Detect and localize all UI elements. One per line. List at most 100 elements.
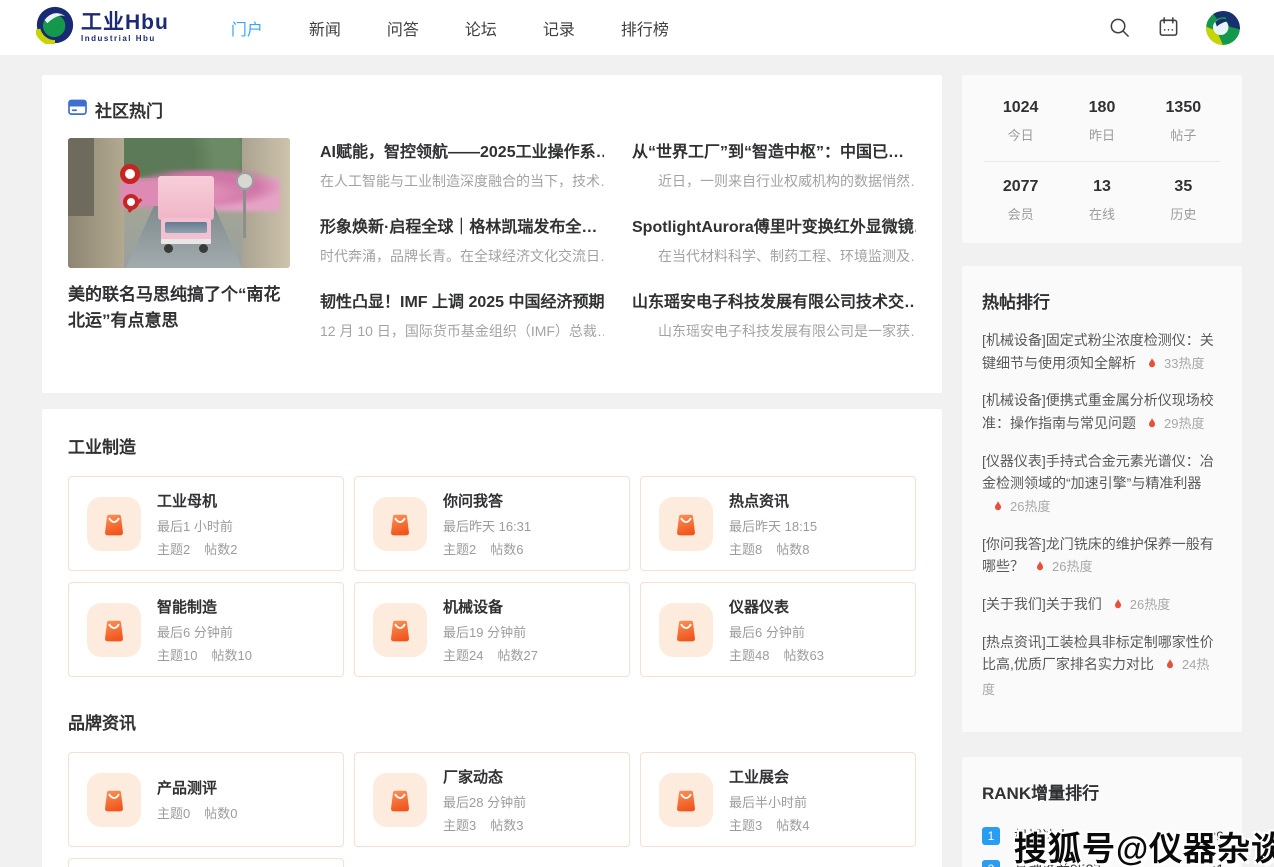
stat-online: 13 在线	[1061, 178, 1142, 223]
rank-panel: RANK增量排行 1 机械达人 1639 2 品牌推荐9527 71 3 adm…	[962, 757, 1242, 867]
forum-card[interactable]: 机械设备 最后19 分钟前 主题24 帖数27	[354, 582, 630, 677]
stat-today: 1024 今日	[980, 99, 1061, 144]
forum-last-post-time: 最后19 分钟前	[443, 622, 552, 641]
forum-card[interactable]: 厂家动态 最后28 分钟前 主题3帖数3	[354, 752, 630, 847]
community-hot-title: 社区热门	[95, 97, 163, 122]
forum-last-post-time: 最后6 分钟前	[157, 622, 266, 641]
site-logo[interactable]: 工业Hbu Industrial Hbu	[36, 6, 169, 49]
rank-user-name[interactable]: 机械达人	[1014, 826, 1070, 846]
article-item[interactable]: 从“世界工厂”到“智造中枢”：中国已… 近日，一则来自行业权威机构的数据悄然…	[632, 138, 916, 191]
hot-post-item[interactable]: [你问我答]龙门铣床的维护保养一般有哪些？26热度	[982, 533, 1222, 580]
logo-subtitle: Industrial Hbu	[81, 34, 169, 43]
stat-members: 2077 会员	[980, 178, 1061, 223]
forum-name[interactable]: 产品测评	[157, 777, 251, 798]
hot-post-item[interactable]: [仪器仪表]手持式合金元素光谱仪：冶金检测领域的“加速引擎”与精准利器26热度	[982, 450, 1222, 520]
article-summary: 时代奔涌，品牌长青。在全球经济文化交流日…	[320, 246, 604, 266]
section-title-industrial: 工业制造	[68, 433, 916, 458]
section-title-brand: 品牌资讯	[68, 709, 916, 734]
nav-forum[interactable]: 论坛	[465, 16, 497, 40]
article-item[interactable]: AI赋能，智控领航——2025工业操作系… 在人工智能与工业制造深度融合的当下，…	[320, 138, 604, 191]
article-title[interactable]: 山东瑶安电子科技发展有限公司技术交…	[632, 288, 916, 312]
forum-name[interactable]: 仪器仪表	[729, 596, 838, 617]
forum-card[interactable]: 智能制造 最后6 分钟前 主题10帖数10	[68, 582, 344, 677]
flame-icon	[1034, 557, 1046, 580]
article-summary: 近日，一则来自行业权威机构的数据悄然…	[632, 171, 916, 191]
article-summary: 在人工智能与工业制造深度融合的当下，技术…	[320, 171, 604, 191]
flame-icon	[1112, 595, 1124, 618]
main-nav: 门户 新闻 问答 论坛 记录 排行榜	[231, 16, 669, 40]
nav-qa[interactable]: 问答	[387, 16, 419, 40]
nav-ranking[interactable]: 排行榜	[621, 16, 669, 40]
nav-portal[interactable]: 门户	[231, 16, 263, 40]
hot-post-item[interactable]: [热点资讯]工装检具非标定制哪家性价比高,优质厂家排名实力对比24热度	[982, 631, 1222, 701]
article-title[interactable]: 韧性凸显！IMF 上调 2025 中国经济预期…	[320, 288, 604, 312]
forum-post-count: 帖数27	[497, 648, 537, 663]
forum-name[interactable]: 机械设备	[443, 596, 552, 617]
forum-sections-panel: 工业制造 工业母机 最后1 小时前 主题2帖数2 你问我答 最后昨天 16:31	[42, 409, 942, 867]
logo-title: 工业Hbu	[81, 12, 169, 34]
article-title[interactable]: 从“世界工厂”到“智造中枢”：中国已…	[632, 138, 916, 162]
article-title[interactable]: AI赋能，智控领航——2025工业操作系…	[320, 138, 604, 162]
nav-news[interactable]: 新闻	[309, 16, 341, 40]
shopping-bag-icon	[87, 497, 141, 551]
hot-post-text[interactable]: [你问我答]龙门铣床的维护保养一般有哪些？	[982, 536, 1214, 575]
article-item[interactable]: SpotlightAurora傅里叶变换红外显微镜… 在当代材料科学、制药工程、…	[632, 213, 916, 266]
forum-post-count: 帖数6	[490, 542, 523, 557]
forum-name[interactable]: 厂家动态	[443, 766, 537, 787]
forum-card[interactable]: 仪器仪表 最后6 分钟前 主题48帖数63	[640, 582, 916, 677]
article-item[interactable]: 韧性凸显！IMF 上调 2025 中国经济预期… 12 月 10 日，国际货币基…	[320, 288, 604, 341]
article-item[interactable]: 形象焕新·启程全球｜格林凯瑞发布全… 时代奔涌，品牌长青。在全球经济文化交流日…	[320, 213, 604, 266]
hot-post-item[interactable]: [机械设备]固定式粉尘浓度检测仪：关键细节与使用须知全解析33热度	[982, 329, 1222, 376]
hot-post-item[interactable]: [关于我们]关于我们26热度	[982, 593, 1222, 618]
nav-records[interactable]: 记录	[543, 16, 575, 40]
forum-card[interactable]: 热点资讯 最后昨天 18:15 主题8帖数8	[640, 476, 916, 571]
calendar-icon[interactable]	[1157, 16, 1180, 39]
forum-name[interactable]: 智能制造	[157, 596, 266, 617]
rank-row[interactable]: 1 机械达人 1639	[982, 820, 1224, 853]
forum-topic-count: 主题0	[157, 806, 190, 821]
rank-user-name[interactable]: 品牌推荐9527	[1014, 859, 1101, 867]
search-icon[interactable]	[1108, 16, 1131, 39]
shopping-bag-icon	[373, 603, 427, 657]
hot-post-text[interactable]: [仪器仪表]手持式合金元素光谱仪：冶金检测领域的“加速引擎”与精准利器	[982, 453, 1214, 492]
logo-globe-icon	[36, 6, 74, 49]
user-avatar[interactable]	[1206, 11, 1240, 45]
forum-topic-count: 主题24	[443, 648, 483, 663]
hot-post-text[interactable]: [热点资讯]工装检具非标定制哪家性价比高,优质厂家排名实力对比	[982, 634, 1214, 673]
article-summary: 山东瑶安电子科技发展有限公司是一家获…	[632, 321, 916, 341]
forum-name[interactable]: 工业展会	[729, 766, 823, 787]
stat-yesterday: 180 昨日	[1061, 99, 1142, 144]
forum-post-count: 帖数0	[204, 806, 237, 821]
forum-card[interactable]: 工业母机 最后1 小时前 主题2帖数2	[68, 476, 344, 571]
forum-topic-count: 主题8	[729, 542, 762, 557]
forum-card[interactable]: 品牌工厂 主题0帖数0	[68, 858, 344, 867]
hot-post-text[interactable]: [关于我们]关于我们	[982, 596, 1102, 612]
flame-icon	[1146, 414, 1158, 437]
shopping-bag-icon	[373, 497, 427, 551]
forum-card[interactable]: 产品测评 主题0 帖数0	[68, 752, 344, 847]
article-item[interactable]: 山东瑶安电子科技发展有限公司技术交… 山东瑶安电子科技发展有限公司是一家获…	[632, 288, 916, 341]
forum-name[interactable]: 热点资讯	[729, 490, 823, 511]
forum-card[interactable]: 工业展会 最后半小时前 主题3帖数4	[640, 752, 916, 847]
forum-topic-count: 主题2	[157, 542, 190, 557]
hot-post-item[interactable]: [机械设备]便携式重金属分析仪现场校准：操作指南与常见问题29热度	[982, 389, 1222, 436]
rank-value: 71	[1208, 861, 1224, 867]
forum-post-count: 帖数63	[783, 648, 823, 663]
forum-name[interactable]: 你问我答	[443, 490, 537, 511]
forum-post-count: 帖数4	[776, 818, 809, 833]
forum-last-post-time: 最后昨天 16:31	[443, 516, 537, 535]
article-title[interactable]: 形象焕新·启程全球｜格林凯瑞发布全…	[320, 213, 604, 237]
featured-image[interactable]	[68, 138, 290, 268]
article-summary: 12 月 10 日，国际货币基金组织（IMF）总裁…	[320, 321, 604, 341]
article-title[interactable]: SpotlightAurora傅里叶变换红外显微镜…	[632, 213, 916, 237]
rank-badge: 1	[982, 827, 1000, 845]
featured-article-title[interactable]: 美的联名马思纯搞了个“南花北运”有点意思	[68, 282, 292, 335]
forum-last-post-time: 最后6 分钟前	[729, 622, 838, 641]
featured-article[interactable]: 美的联名马思纯搞了个“南花北运”有点意思	[68, 138, 292, 363]
forum-topic-count: 主题3	[443, 818, 476, 833]
shopping-bag-icon	[659, 603, 713, 657]
rank-row[interactable]: 2 品牌推荐9527 71	[982, 853, 1224, 867]
forum-card[interactable]: 你问我答 最后昨天 16:31 主题2帖数6	[354, 476, 630, 571]
hot-post-heat: 26热度	[1052, 559, 1092, 574]
forum-name[interactable]: 工业母机	[157, 490, 251, 511]
